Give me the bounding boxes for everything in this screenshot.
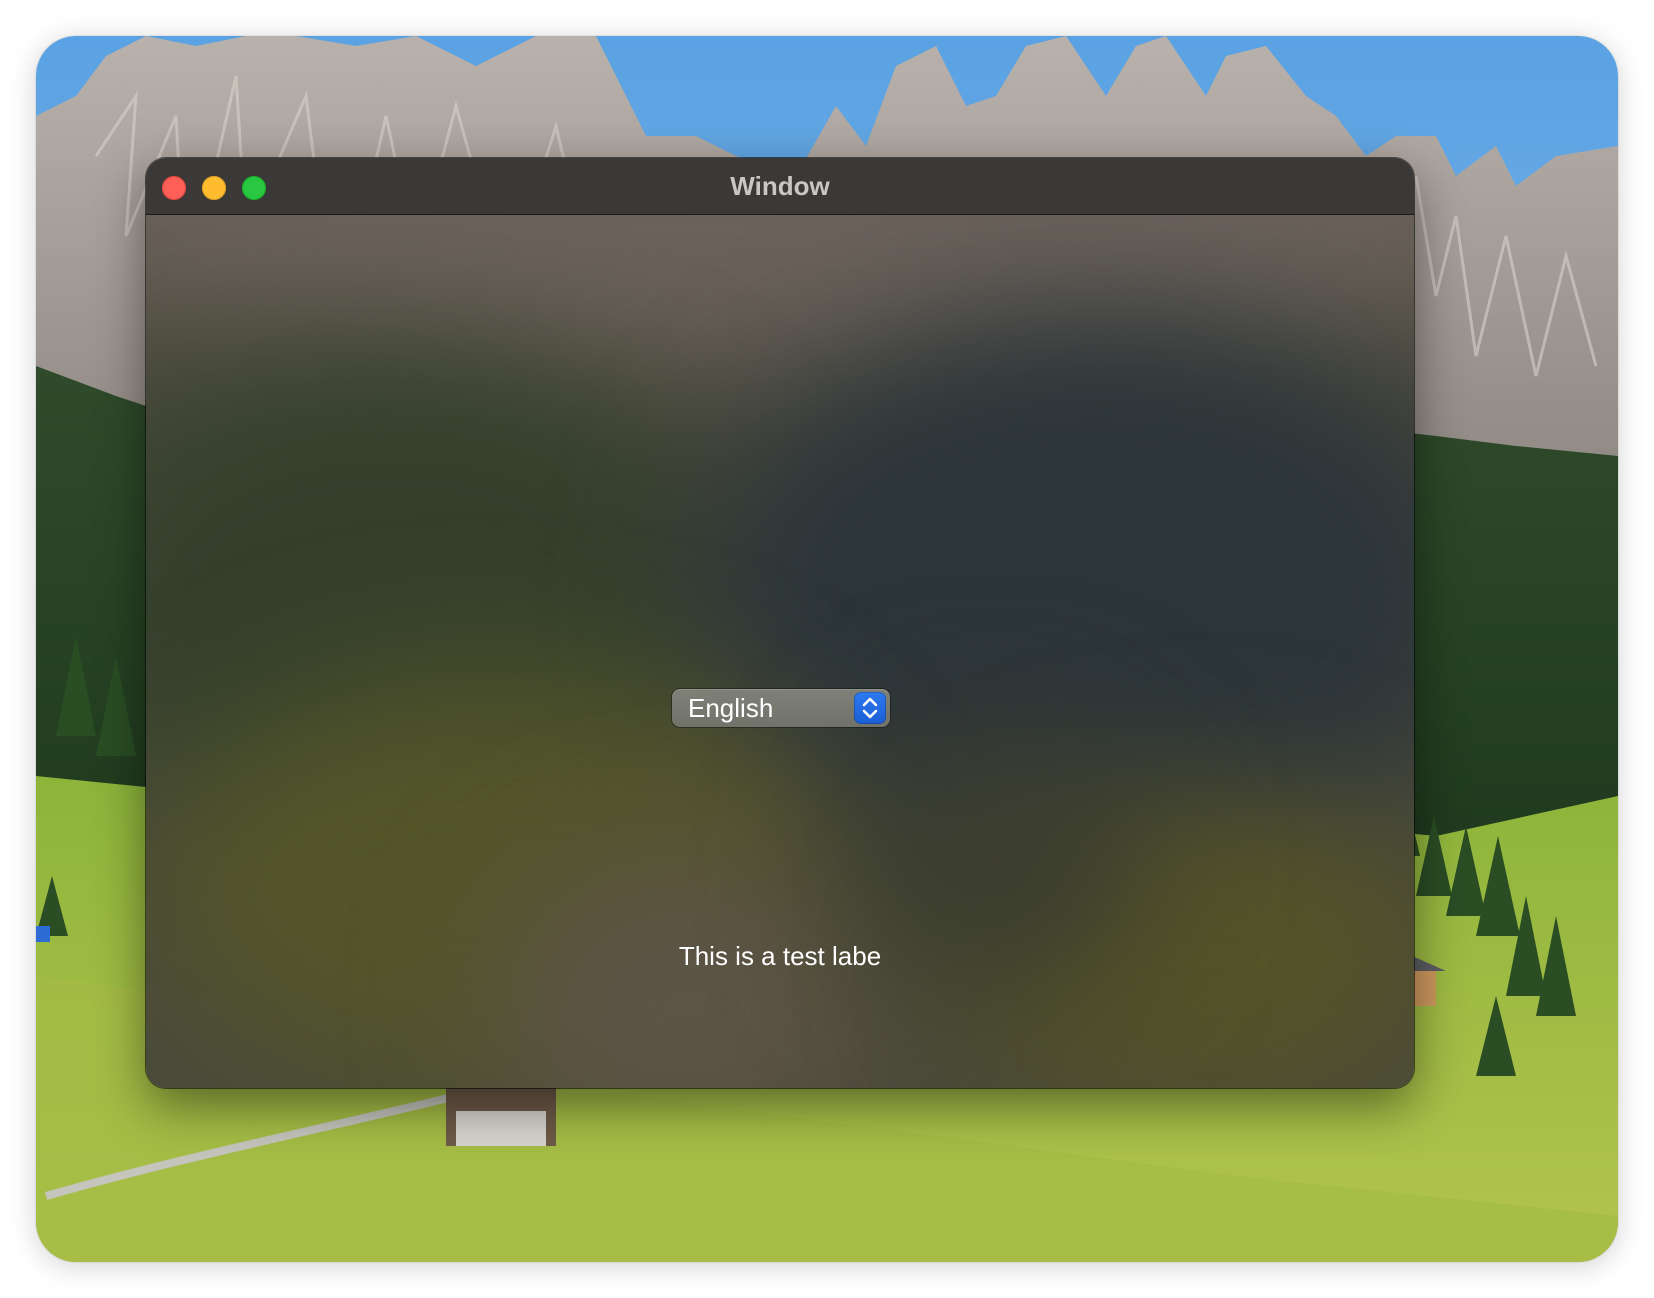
title-bar[interactable]: Window	[146, 158, 1414, 215]
window-content: English This is a test labe	[146, 215, 1414, 1088]
language-popup-button[interactable]: English	[672, 689, 890, 727]
test-label: This is a test labe	[678, 941, 882, 971]
language-popup-value: English	[688, 693, 774, 723]
window-title: Window	[730, 171, 830, 201]
chevron-up-down-icon	[854, 692, 886, 724]
app-window: English This is a test labe Window	[146, 158, 1414, 1088]
desktop: English This is a test labe Window	[36, 36, 1618, 1262]
